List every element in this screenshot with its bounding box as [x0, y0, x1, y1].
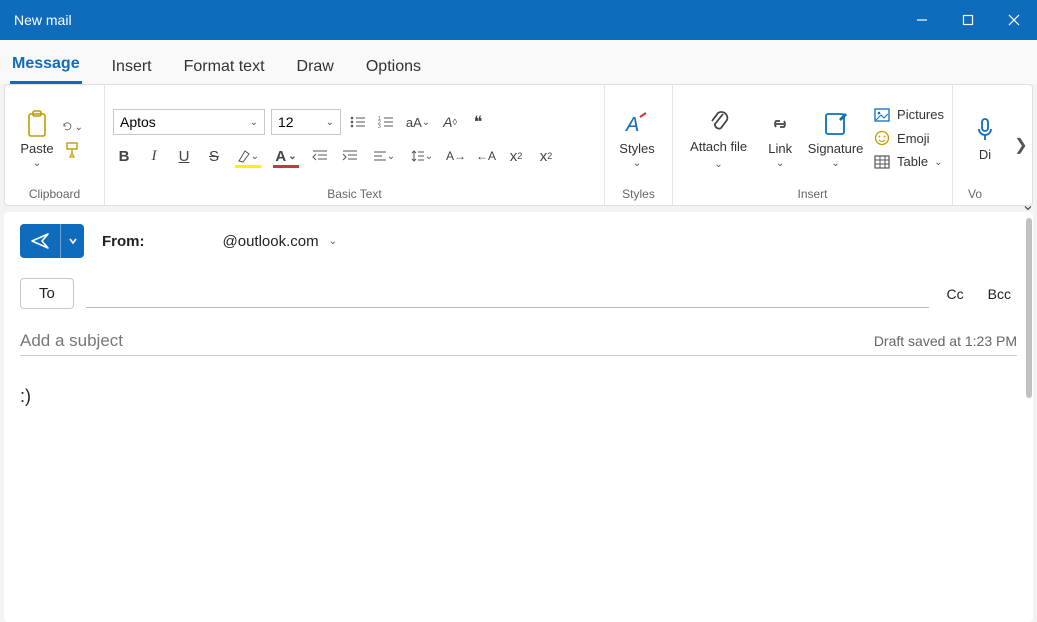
- pictures-button[interactable]: Pictures: [873, 107, 944, 122]
- to-field[interactable]: [86, 280, 929, 308]
- quote-button[interactable]: ❝: [467, 111, 489, 133]
- decrease-indent-button[interactable]: [309, 145, 331, 167]
- group-label-insert: Insert: [681, 187, 944, 203]
- paperclip-icon: [707, 105, 731, 139]
- svg-text:A: A: [625, 114, 639, 136]
- font-size-select[interactable]: 12⌄: [271, 109, 341, 135]
- svg-text:3: 3: [378, 124, 381, 129]
- tab-insert[interactable]: Insert: [110, 50, 154, 84]
- align-button[interactable]: ⌄: [369, 145, 399, 167]
- bold-button[interactable]: B: [113, 145, 135, 167]
- link-icon: [766, 107, 794, 141]
- link-button[interactable]: Link ⌄: [756, 105, 804, 172]
- chevron-down-icon: ⌄: [33, 158, 41, 169]
- scrollbar[interactable]: [1025, 212, 1033, 622]
- bcc-button[interactable]: Bcc: [982, 286, 1017, 302]
- message-body[interactable]: :): [4, 356, 1033, 437]
- ribbon-tabs: Message Insert Format text Draw Options: [0, 40, 1037, 84]
- scrollbar-thumb[interactable]: [1026, 218, 1032, 398]
- group-label-basic-text: Basic Text: [113, 187, 596, 203]
- change-case-button[interactable]: aA ⌄: [403, 111, 433, 133]
- window-title: New mail: [0, 12, 899, 28]
- font-family-select[interactable]: Aptos⌄: [113, 109, 265, 135]
- tab-format-text[interactable]: Format text: [182, 50, 267, 84]
- tab-options[interactable]: Options: [364, 50, 423, 84]
- chevron-down-icon: ⌄: [776, 158, 784, 169]
- rtl-button[interactable]: ←A: [475, 145, 497, 167]
- chevron-down-icon: ⌄: [831, 158, 839, 169]
- clear-formatting-button[interactable]: A◊: [439, 111, 461, 133]
- format-painter-button[interactable]: [61, 141, 83, 159]
- dictate-button[interactable]: Di: [961, 111, 997, 165]
- italic-button[interactable]: I: [143, 145, 165, 167]
- increase-indent-button[interactable]: [339, 145, 361, 167]
- chevron-down-icon: ⌄: [250, 117, 258, 128]
- subscript-button[interactable]: x2: [505, 145, 527, 167]
- ltr-button[interactable]: A→: [445, 145, 467, 167]
- chevron-down-icon: ⌄: [633, 158, 641, 169]
- underline-button[interactable]: U: [173, 145, 195, 167]
- to-button[interactable]: To: [20, 278, 74, 309]
- group-label-voice: Vo: [961, 187, 989, 203]
- close-button[interactable]: [991, 0, 1037, 40]
- clipboard-icon: [26, 107, 48, 141]
- group-label-styles: Styles: [613, 187, 664, 203]
- font-color-button[interactable]: A⌄: [271, 145, 301, 167]
- ribbon-scroll-right[interactable]: ❯: [1012, 125, 1030, 165]
- group-label-clipboard: Clipboard: [13, 187, 96, 203]
- microphone-icon: [975, 113, 995, 147]
- send-options-button[interactable]: [60, 224, 84, 258]
- subject-field[interactable]: [20, 331, 874, 351]
- maximize-button[interactable]: [945, 0, 991, 40]
- styles-button[interactable]: A Styles ⌄: [613, 105, 661, 172]
- chevron-down-icon: ⌄: [326, 117, 334, 128]
- titlebar: New mail: [0, 0, 1037, 40]
- from-address-picker[interactable]: @outlook.com⌄: [223, 233, 338, 250]
- from-label: From:: [102, 233, 145, 250]
- emoji-button[interactable]: Emoji: [873, 130, 944, 146]
- signature-button[interactable]: Signature ⌄: [804, 105, 867, 172]
- numbering-button[interactable]: 123: [375, 111, 397, 133]
- highlight-color-button[interactable]: ⌄: [233, 145, 263, 167]
- table-button[interactable]: Table ⌄: [873, 154, 944, 169]
- draft-status: Draft saved at 1:23 PM: [874, 333, 1017, 349]
- strikethrough-button[interactable]: S: [203, 145, 225, 167]
- compose-pane: From: @outlook.com⌄ To Cc Bcc Draft save…: [4, 212, 1033, 622]
- ribbon: Paste ⌄ ⌄ Clipboard Aptos⌄ 12⌄ 123 aA ⌄ …: [4, 84, 1033, 206]
- attach-file-button[interactable]: Attach file ⌄: [681, 103, 756, 173]
- paste-button[interactable]: Paste ⌄: [13, 105, 61, 172]
- undo-button[interactable]: ⌄: [61, 117, 83, 135]
- signature-icon: [823, 107, 849, 141]
- chevron-down-icon: ⌄: [329, 236, 337, 247]
- bullets-button[interactable]: [347, 111, 369, 133]
- minimize-button[interactable]: [899, 0, 945, 40]
- table-icon: [873, 155, 891, 169]
- send-button[interactable]: [20, 224, 60, 258]
- styles-icon: A: [624, 107, 650, 141]
- superscript-button[interactable]: x2: [535, 145, 557, 167]
- cc-button[interactable]: Cc: [941, 286, 970, 302]
- picture-icon: [873, 108, 891, 122]
- tab-message[interactable]: Message: [10, 47, 82, 84]
- line-spacing-button[interactable]: ⌄: [407, 145, 437, 167]
- emoji-icon: [873, 130, 891, 146]
- tab-draw[interactable]: Draw: [295, 50, 336, 84]
